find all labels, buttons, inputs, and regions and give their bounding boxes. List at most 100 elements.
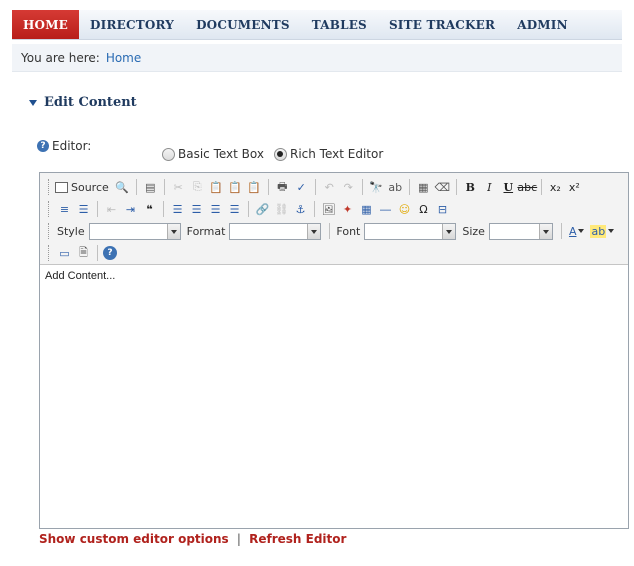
bulleted-list-icon[interactable]: ☰ [75,201,92,218]
editor-field-label: ? Editor: [37,139,91,153]
chevron-down-icon [307,223,321,239]
flash-icon[interactable]: ✦ [339,201,356,218]
paste-icon[interactable]: 📋 [208,179,225,196]
paste-word-icon[interactable]: 📋 [246,179,263,196]
unlink-icon[interactable]: ⛓ [273,201,290,218]
smiley-icon[interactable]: ☺ [396,201,413,218]
rich-text-editor-radio[interactable] [273,147,287,161]
cut-icon[interactable]: ✂ [170,179,187,196]
special-char-icon[interactable]: Ω [415,201,432,218]
undo-icon[interactable]: ↶ [321,179,338,196]
toolbar-grip[interactable] [48,179,51,195]
source-icon [55,181,68,193]
toolbar-separator [163,201,164,217]
editor-footer-links: Show custom editor options | Refresh Edi… [39,532,346,546]
remove-format-icon[interactable]: ⌫ [434,179,451,196]
outdent-icon[interactable]: ⇤ [103,201,120,218]
edit-content-header[interactable]: Edit Content [29,95,137,110]
print-icon[interactable]: 🖶 [274,179,291,196]
style-label: Style [57,224,85,238]
strikethrough-icon[interactable]: abc [517,179,537,196]
editor-type-options: Basic Text Box Rich Text Editor [162,147,393,161]
highlight-color-icon: ab [590,224,607,238]
toolbar-separator [135,179,137,195]
font-dropdown[interactable] [364,222,457,240]
editor-label-text: Editor: [52,139,92,153]
underline-icon[interactable]: U [500,179,517,196]
superscript-icon[interactable]: x² [566,179,583,196]
toolbar-row-1: Source 🔍 ▤ ✂ ⎘ 📋 📋 📋 🖶 ✓ ↶ ↷ 🔭 ab ▦ ⌫ B [48,176,584,198]
nav-home[interactable]: HOME [12,10,80,39]
toolbar-row-3: Style Format Font Size A ab [48,220,617,242]
breadcrumb-home-link[interactable]: Home [106,51,141,65]
toolbar-separator [540,179,542,195]
toolbar-separator [314,201,315,217]
toolbar-separator [560,223,562,239]
find-icon[interactable]: 🔭 [368,179,385,196]
nav-documents[interactable]: DOCUMENTS [185,10,301,39]
templates-icon[interactable]: ▤ [142,179,159,196]
align-left-icon[interactable]: ☰ [169,201,186,218]
italic-icon[interactable]: I [481,179,498,196]
indent-icon[interactable]: ⇥ [122,201,139,218]
nav-site-tracker[interactable]: SITE TRACKER [378,10,506,39]
background-color-button[interactable]: ab [590,224,615,238]
toolbar-row-4: ▭ 🗎 ? [48,242,118,264]
replace-icon[interactable]: ab [387,179,404,196]
nav-tables[interactable]: TABLES [301,10,378,39]
toolbar-separator [329,223,331,239]
toolbar-grip[interactable] [48,223,51,239]
numbered-list-icon[interactable]: ≡ [56,201,73,218]
justify-icon[interactable]: ☰ [226,201,243,218]
source-button[interactable]: Source [55,181,109,194]
basic-text-box-label[interactable]: Basic Text Box [178,147,264,161]
chevron-down-icon [442,223,456,239]
align-center-icon[interactable]: ☰ [188,201,205,218]
link-icon[interactable]: 🔗 [254,201,271,218]
refresh-editor-link[interactable]: Refresh Editor [249,532,346,546]
rich-text-editor-label[interactable]: Rich Text Editor [290,147,383,161]
maximize-icon[interactable]: ▭ [56,245,73,262]
redo-icon[interactable]: ↷ [340,179,357,196]
paste-text-icon[interactable]: 📋 [227,179,244,196]
format-dropdown[interactable] [229,222,322,240]
toolbar-grip[interactable] [48,245,51,261]
page-break-icon[interactable]: ⊟ [434,201,451,218]
about-icon[interactable]: ? [103,246,117,260]
copy-icon[interactable]: ⎘ [189,179,206,196]
align-right-icon[interactable]: ☰ [207,201,224,218]
chevron-down-icon [538,223,552,239]
toolbar-separator [248,201,249,217]
bold-icon[interactable]: B [462,179,479,196]
preview-icon[interactable]: 🔍 [114,179,131,196]
content-placeholder-text: Add Content... [45,270,116,282]
toolbar-separator [267,179,269,195]
toolbar-grip[interactable] [48,201,51,217]
image-icon[interactable]: 🖼 [320,201,337,218]
nav-admin[interactable]: ADMIN [506,10,579,39]
show-custom-editor-options-link[interactable]: Show custom editor options [39,532,229,546]
spellcheck-icon[interactable]: ✓ [293,179,310,196]
font-label: Font [336,224,361,238]
text-color-button[interactable]: A [569,225,585,238]
content-edit-area[interactable]: Add Content... [40,266,628,528]
horizontal-rule-icon[interactable]: ― [377,201,394,218]
select-all-icon[interactable]: ▦ [415,179,432,196]
subscript-icon[interactable]: x₂ [547,179,564,196]
chevron-down-icon [578,229,585,233]
nav-directory[interactable]: DIRECTORY [79,10,185,39]
toolbar-separator [314,179,316,195]
table-icon[interactable]: ▦ [358,201,375,218]
basic-text-box-radio[interactable] [162,147,175,161]
toolbar-separator [455,179,457,195]
style-dropdown[interactable] [88,222,181,240]
help-icon[interactable]: ? [37,140,49,152]
toolbar-separator [163,179,165,195]
size-dropdown[interactable] [488,222,553,240]
top-navigation: HOME DIRECTORY DOCUMENTS TABLES SITE TRA… [12,10,622,40]
show-blocks-icon[interactable]: 🗎 [75,245,92,262]
collapse-triangle-icon[interactable] [29,99,37,106]
blockquote-icon[interactable]: ❝ [141,201,158,218]
toolbar-row-2: ≡ ☰ ⇤ ⇥ ❝ ☰ ☰ ☰ ☰ 🔗 ⛓ ⚓ 🖼 ✦ ▦ ― ☺ Ω ⊟ [48,198,452,220]
anchor-icon[interactable]: ⚓ [292,201,309,218]
